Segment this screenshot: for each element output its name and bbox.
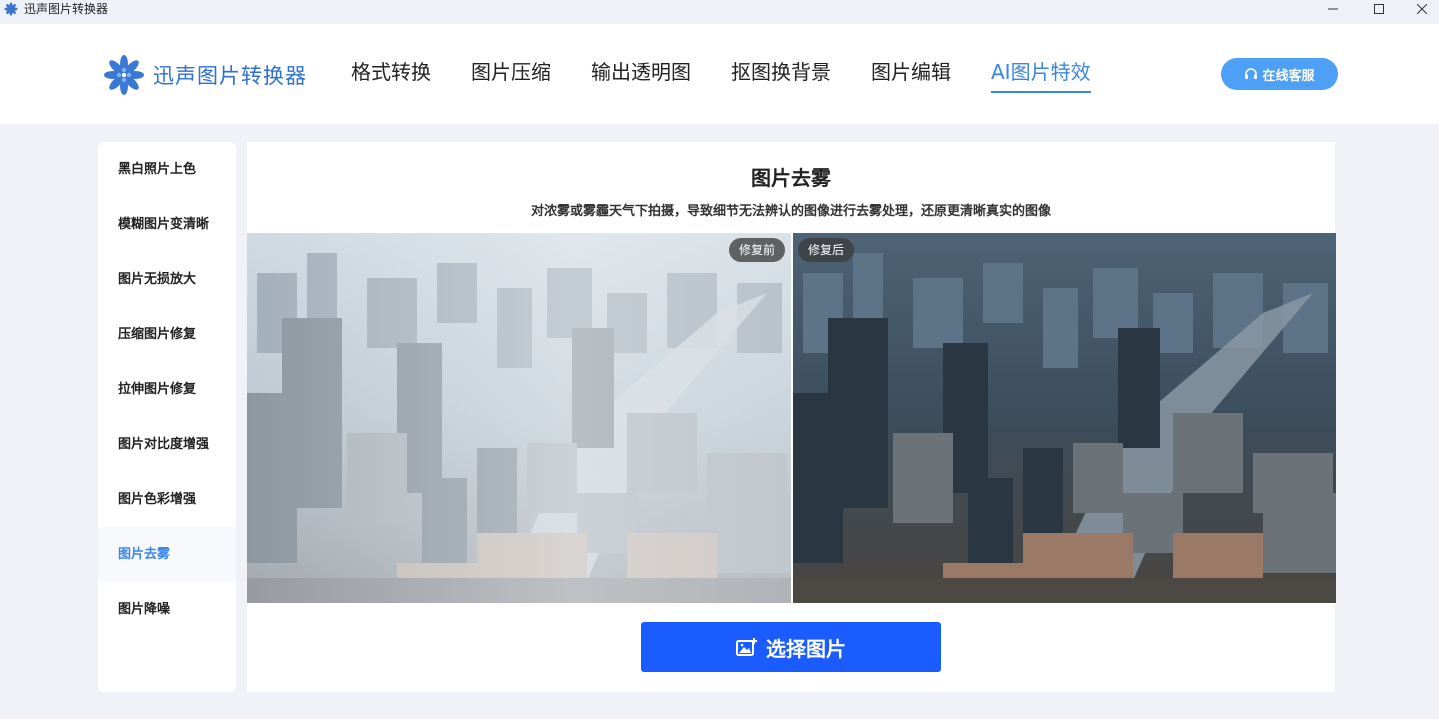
maximize-button[interactable] [1356, 0, 1402, 18]
headset-icon [1245, 68, 1258, 79]
clear-city-photo [793, 233, 1336, 603]
app-logo[interactable]: 迅声图片转换器 [101, 52, 307, 98]
sidebar-item-bw-colorize[interactable]: 黑白照片上色 [98, 142, 236, 197]
nav-ai-effects[interactable]: AI图片特效 [991, 58, 1091, 94]
sidebar-item-contrast-enhance[interactable]: 图片对比度增强 [98, 417, 236, 472]
page-description: 对浓雾或雾霾天气下拍摄，导致细节无法辨认的图像进行去雾处理，还原更清晰真实的图像 [530, 204, 1051, 219]
title-bar: 迅声图片转换器 [0, 0, 1439, 24]
nav-format-convert[interactable]: 格式转换 [351, 58, 431, 94]
online-service-label: 在线客服 [1262, 68, 1315, 84]
minimize-icon [1328, 8, 1338, 10]
sidebar-item-lossless-upscale[interactable]: 图片无损放大 [98, 252, 236, 307]
close-button[interactable] [1399, 0, 1439, 18]
minimize-button[interactable] [1310, 0, 1356, 18]
sidebar-item-denoise[interactable]: 图片降噪 [98, 582, 236, 637]
page-title: 图片去雾 [751, 166, 831, 190]
before-image: 修复前 [247, 233, 791, 603]
sidebar-item-dehaze[interactable]: 图片去雾 [98, 527, 236, 582]
nav-transparent-output[interactable]: 输出透明图 [591, 58, 691, 94]
after-image: 修复后 [793, 233, 1336, 603]
hazy-city-photo [247, 233, 791, 603]
close-icon [1417, 4, 1427, 14]
choose-image-label: 选择图片 [766, 636, 846, 661]
snowflake-logo-icon [104, 55, 144, 95]
maximize-icon [1374, 4, 1384, 14]
sidebar-item-deblur[interactable]: 模糊图片变清晰 [98, 197, 236, 252]
online-service-button[interactable]: 在线客服 [1221, 58, 1338, 90]
window-title: 迅声图片转换器 [24, 2, 109, 16]
after-tag: 修复后 [798, 238, 855, 262]
before-after-comparison: 修复前 修复后 [247, 233, 1336, 603]
nav-image-edit[interactable]: 图片编辑 [871, 58, 951, 94]
main-nav: 格式转换 图片压缩 输出透明图 抠图换背景 图片编辑 AI图片特效 [351, 58, 1131, 94]
sidebar-item-compressed-repair[interactable]: 压缩图片修复 [98, 307, 236, 362]
add-image-icon [736, 638, 757, 656]
app-logo-icon [4, 2, 18, 16]
app-header: 迅声图片转换器 格式转换 图片压缩 输出透明图 抠图换背景 图片编辑 AI图片特… [0, 24, 1439, 124]
main-panel: 图片去雾 对浓雾或雾霾天气下拍摄，导致细节无法辨认的图像进行去雾处理，还原更清晰… [247, 142, 1336, 692]
nav-cutout-background[interactable]: 抠图换背景 [731, 58, 831, 94]
choose-image-button[interactable]: 选择图片 [641, 622, 941, 672]
nav-image-compress[interactable]: 图片压缩 [471, 58, 551, 94]
sidebar-item-color-enhance[interactable]: 图片色彩增强 [98, 472, 236, 527]
effects-sidebar: 黑白照片上色 模糊图片变清晰 图片无损放大 压缩图片修复 拉伸图片修复 图片对比… [98, 142, 236, 692]
before-tag: 修复前 [728, 238, 785, 262]
sidebar-item-stretch-repair[interactable]: 拉伸图片修复 [98, 362, 236, 417]
logo-text: 迅声图片转换器 [153, 64, 307, 88]
